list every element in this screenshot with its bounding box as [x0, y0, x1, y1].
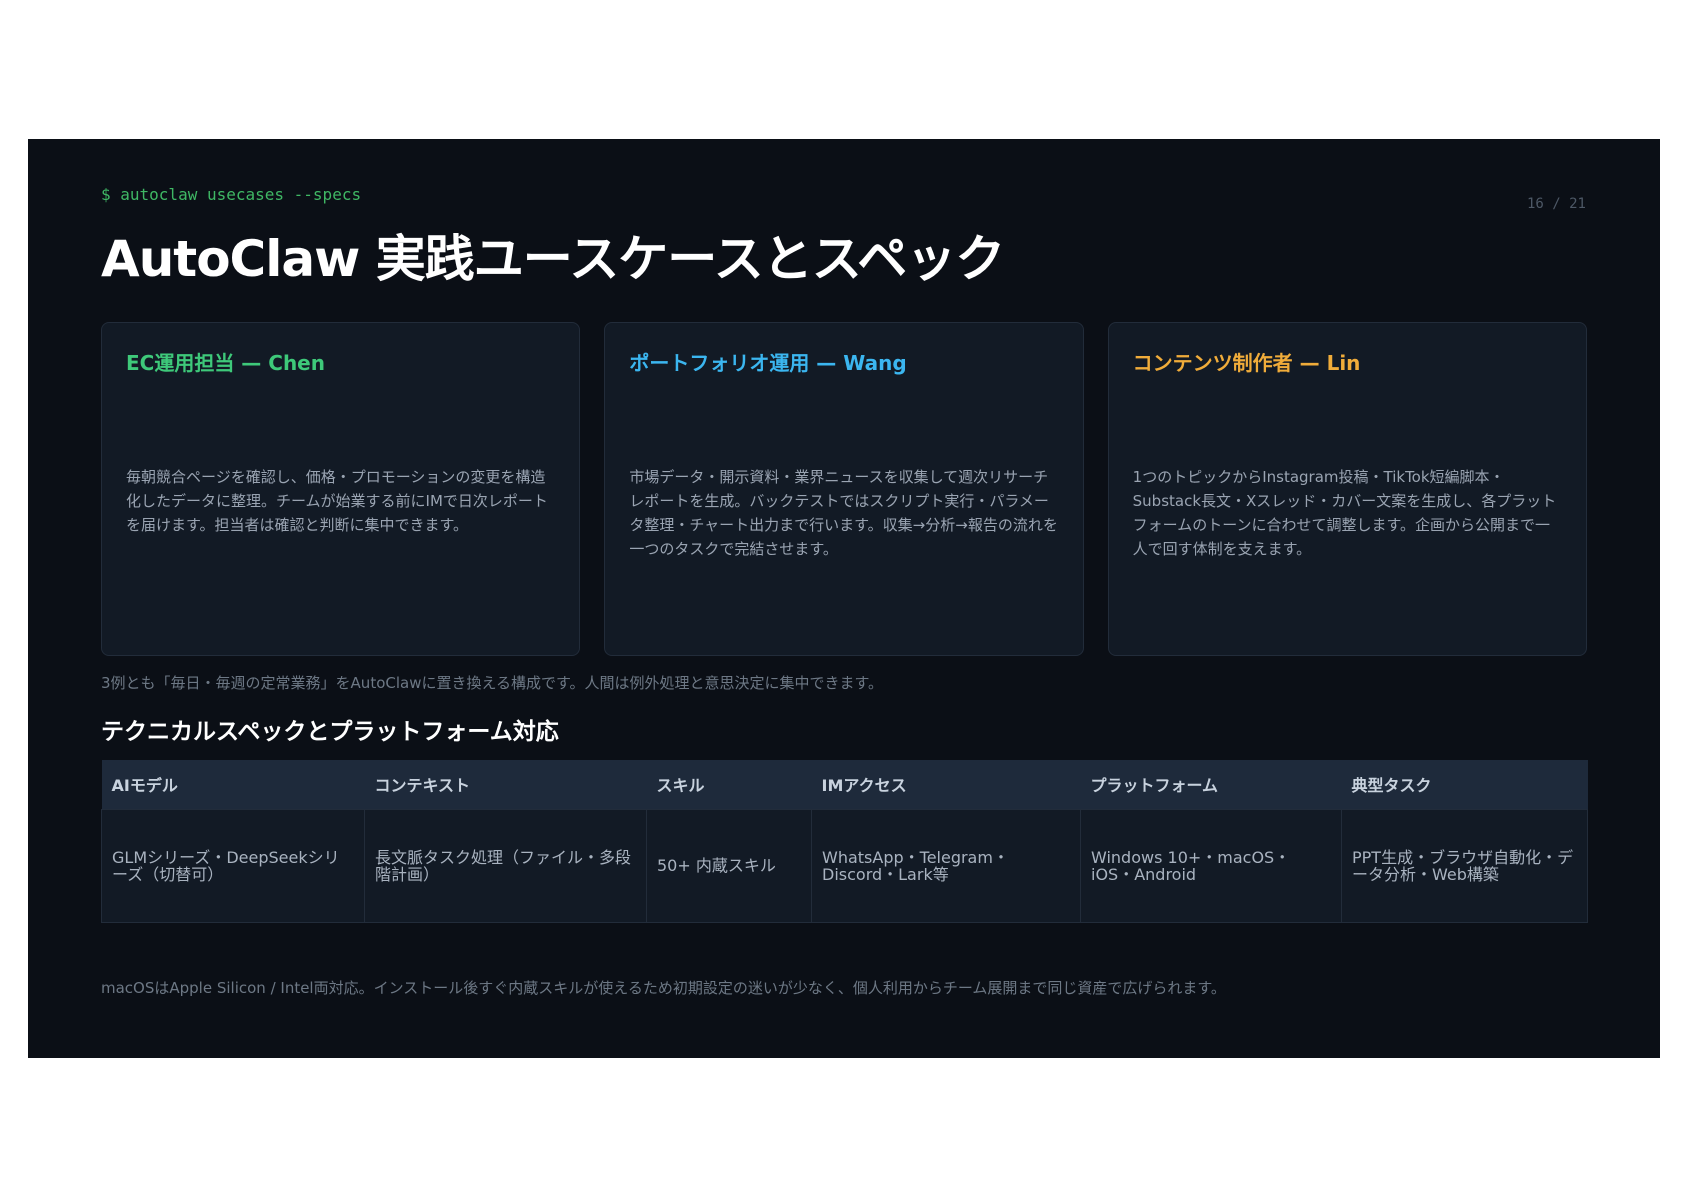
column-header: スキル — [646, 760, 812, 809]
footer-note: macOSはApple Silicon / Intel両対応。インストール後すぐ… — [101, 979, 1226, 997]
usecase-card-portfolio: ポートフォリオ運用 — Wang 市場データ・開示資料・業界ニュースを収集して週… — [604, 322, 1084, 656]
slide: $ autoclaw usecases --specs 16 / 21 Auto… — [28, 139, 1660, 1058]
card-body: 市場データ・開示資料・業界ニュースを収集して週次リサーチレポートを生成。バックテ… — [629, 468, 1058, 558]
card-body: 1つのトピックからInstagram投稿・TikTok短編脚本・Substack… — [1132, 468, 1557, 558]
card-body: 毎朝競合ページを確認し、価格・プロモーションの変更を構造化したデータに整理。チー… — [126, 468, 548, 534]
usecase-cards: EC運用担当 — Chen 毎朝競合ページを確認し、価格・プロモーションの変更を… — [101, 322, 1587, 656]
table-row: GLMシリーズ・DeepSeekシリーズ（切替可） 長文脈タスク処理（ファイル・… — [101, 808, 1588, 923]
table-cell: WhatsApp・Telegram・Discord・Lark等 — [811, 808, 1081, 923]
usecase-card-content: コンテンツ制作者 — Lin 1つのトピックからInstagram投稿・TikT… — [1107, 322, 1587, 656]
column-header: プラットフォーム — [1080, 760, 1342, 809]
summary-note: 3例とも「毎日・毎週の定常業務」をAutoClawに置き換える構成です。人間は例… — [101, 674, 884, 692]
column-header: AIモデル — [101, 760, 365, 809]
column-header: IMアクセス — [811, 760, 1081, 809]
table-cell: 長文脈タスク処理（ファイル・多段階計画） — [364, 808, 647, 923]
column-header: 典型タスク — [1341, 760, 1588, 809]
spec-table: AIモデル コンテキスト スキル IMアクセス プラットフォーム 典型タスク G… — [101, 760, 1588, 923]
page-title: AutoClaw 実践ユースケースとスペック — [101, 230, 1005, 288]
table-cell: PPT生成・ブラウザ自動化・データ分析・Web構築 — [1341, 808, 1588, 923]
command-line: $ autoclaw usecases --specs — [101, 185, 362, 204]
table-cell: 50+ 内蔵スキル — [646, 808, 812, 923]
usecase-card-ec: EC運用担当 — Chen 毎朝競合ページを確認し、価格・プロモーションの変更を… — [101, 322, 581, 656]
column-header: コンテキスト — [364, 760, 647, 809]
table-cell: Windows 10+・macOS・iOS・Android — [1080, 808, 1342, 923]
table-cell: GLMシリーズ・DeepSeekシリーズ（切替可） — [101, 808, 365, 923]
table-header-row: AIモデル コンテキスト スキル IMアクセス プラットフォーム 典型タスク — [101, 760, 1588, 809]
card-title: EC運用担当 — Chen — [126, 351, 325, 375]
card-title: ポートフォリオ運用 — Wang — [629, 351, 907, 375]
page-indicator: 16 / 21 — [1526, 196, 1586, 212]
section-title: テクニカルスペックとプラットフォーム対応 — [101, 719, 559, 745]
card-title: コンテンツ制作者 — Lin — [1132, 351, 1361, 375]
